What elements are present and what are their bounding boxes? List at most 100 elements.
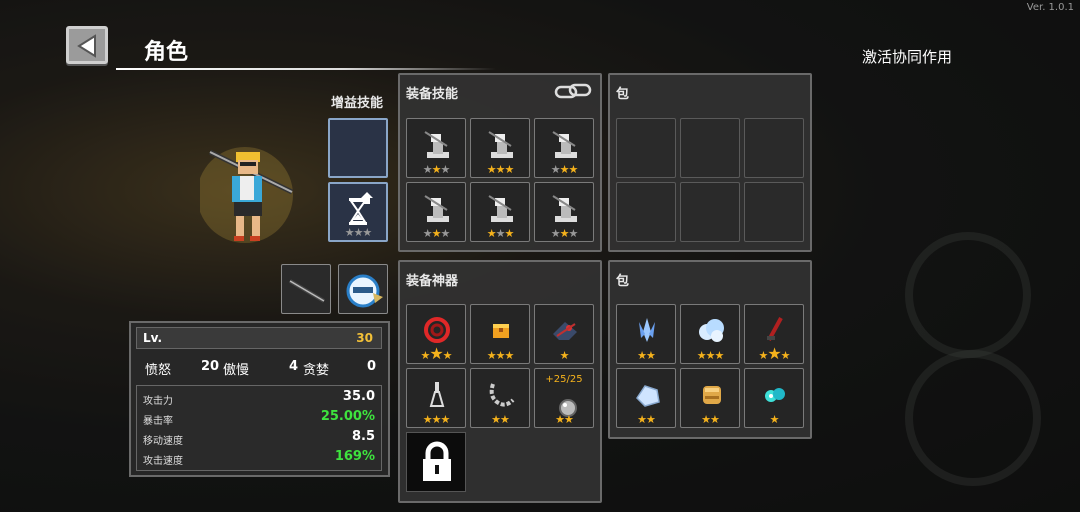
frost-cloud-icon: [699, 319, 724, 342]
buff-skill-slot-2[interactable]: ★★★: [328, 182, 388, 242]
attribute-box: 攻击力 35.0 暴击率 25.00% 移动速度 8.5 攻击速度 169%: [136, 385, 382, 471]
gold-fist-icon: [703, 386, 721, 404]
dark-beast-icon: [553, 322, 577, 340]
silver-chain-icon: [489, 383, 515, 407]
bag-top-slot-2[interactable]: [680, 118, 740, 178]
character-sprite: [200, 147, 294, 243]
back-button[interactable]: [66, 26, 108, 64]
back-arrow-icon: [77, 34, 96, 58]
item-stars: ★★★: [486, 163, 515, 176]
bag-bottom-slot-1[interactable]: ★★: [616, 304, 676, 364]
item-stars: ★★: [491, 413, 510, 426]
equipped-skill-slot-4[interactable]: ★★★: [406, 182, 466, 242]
bag-bottom-slot-4[interactable]: ★★: [616, 368, 676, 428]
stats-panel: Lv. 30 愤怒 20 傲慢 4 贪婪 0 攻击力 35.0 暴击率 25.0…: [129, 321, 390, 477]
red-rope-icon: [424, 317, 450, 343]
ice-crystal-icon: [639, 318, 655, 342]
equipped-skill-slot-6[interactable]: ★★★: [534, 182, 594, 242]
equipped-skill-slot-3[interactable]: ★★★: [534, 118, 594, 178]
item-stars: ★★: [555, 413, 574, 426]
bag-bottom-slot-5[interactable]: ★★: [680, 368, 740, 428]
version-label: Ver. 1.0.1: [1026, 2, 1074, 13]
equipped-skill-slot-2[interactable]: ★★★: [470, 118, 530, 178]
sin-label-pride: 傲慢: [223, 363, 250, 378]
bag-top-slot-3[interactable]: [744, 118, 804, 178]
equipped-artifact-slot-4[interactable]: ★★★: [406, 368, 466, 428]
sin-value-wrath: 20: [201, 359, 220, 374]
item-stars: ★: [559, 349, 570, 362]
hourglass-haste-icon: [349, 192, 373, 225]
skill-figure-icon: [488, 131, 513, 158]
red-dagger-icon: [767, 317, 783, 341]
stat-row-attack-speed: 攻击速度 169%: [143, 448, 375, 468]
item-stars: ★★★: [696, 349, 725, 362]
buff-skill-slot-1[interactable]: [328, 118, 388, 178]
teal-orbs-icon: [765, 388, 785, 402]
stat-value: 25.00%: [320, 409, 375, 424]
level-label: Lv.: [143, 331, 163, 345]
bag-bottom-slot-2[interactable]: ★★★: [680, 304, 740, 364]
activate-synergy-button[interactable]: 激活协同作用: [862, 46, 952, 67]
equipped-skill-slot-5[interactable]: ★★★: [470, 182, 530, 242]
title-underline: [116, 68, 496, 70]
bag-top-slot-1[interactable]: [616, 118, 676, 178]
item-stars: ★★★: [550, 227, 579, 240]
item-stars: ★★★: [420, 344, 452, 363]
skill-figure-icon: [552, 195, 577, 222]
item-stars: ★: [769, 413, 780, 426]
ice-rock-icon: [636, 385, 660, 407]
spear-icon: [288, 279, 326, 303]
bag-bottom-title: 包: [616, 274, 630, 289]
locked-artifact-slot[interactable]: [406, 432, 466, 492]
equipped-artifact-slot-2[interactable]: ★★★: [470, 304, 530, 364]
stat-row-crit: 暴击率 25.00%: [143, 408, 375, 428]
stat-label: 暴击率: [143, 416, 173, 427]
level-value: 30: [356, 331, 373, 345]
background-control-ring: [905, 232, 1031, 358]
gold-box-icon: [493, 324, 509, 338]
buff-skills-label: 增益技能: [331, 96, 384, 111]
bag-top-slot-4[interactable]: [616, 182, 676, 242]
item-stars: ★★: [701, 413, 720, 426]
item-stars: ★★★: [758, 344, 790, 363]
padlock-icon: [423, 441, 451, 481]
background-attack-ring: [905, 350, 1041, 486]
equipped-artifact-slot-6[interactable]: +25/25 ★★: [534, 368, 594, 428]
item-stars: ★★★: [422, 163, 451, 176]
page-title: 角色: [144, 40, 189, 65]
sin-value-pride: 4: [289, 359, 299, 374]
weapon-slot-shield[interactable]: [338, 264, 388, 314]
stat-value: 35.0: [342, 389, 375, 404]
sin-label-wrath: 愤怒: [145, 363, 172, 378]
sin-label-greed: 贪婪: [303, 363, 330, 378]
skill-figure-icon: [488, 195, 513, 222]
shield-helm-icon: [346, 274, 383, 308]
potion-flask-icon: [429, 382, 445, 407]
bag-bottom-slot-3[interactable]: ★★★: [744, 304, 804, 364]
bag-top-slot-6[interactable]: [744, 182, 804, 242]
equipped-skills-title: 装备技能: [406, 87, 459, 102]
enhance-level-label: +25/25: [545, 374, 583, 385]
stat-label: 攻击速度: [143, 456, 183, 467]
stat-row-attack: 攻击力 35.0: [143, 388, 375, 408]
skill-figure-icon: [424, 131, 449, 158]
skill-figure-icon: [424, 195, 449, 222]
bag-top-title: 包: [616, 87, 630, 102]
equipped-artifacts-title: 装备神器: [406, 274, 459, 289]
item-stars: ★★★: [422, 227, 451, 240]
buff-skill-stars: ★★★: [344, 226, 373, 239]
equipped-skill-slot-1[interactable]: ★★★: [406, 118, 466, 178]
equipped-artifact-slot-3[interactable]: ★: [534, 304, 594, 364]
chain-link-icon[interactable]: [554, 81, 594, 103]
equipped-artifact-slot-5[interactable]: ★★: [470, 368, 530, 428]
item-stars: ★★★: [486, 349, 515, 362]
sin-value-greed: 0: [367, 359, 377, 374]
stat-row-move-speed: 移动速度 8.5: [143, 428, 375, 448]
level-row: Lv. 30: [136, 327, 382, 349]
weapon-slot-spear[interactable]: [281, 264, 331, 314]
item-stars: ★★: [637, 349, 656, 362]
item-stars: ★★★: [422, 413, 451, 426]
bag-top-slot-5[interactable]: [680, 182, 740, 242]
bag-bottom-slot-6[interactable]: ★: [744, 368, 804, 428]
equipped-artifact-slot-1[interactable]: ★★★: [406, 304, 466, 364]
